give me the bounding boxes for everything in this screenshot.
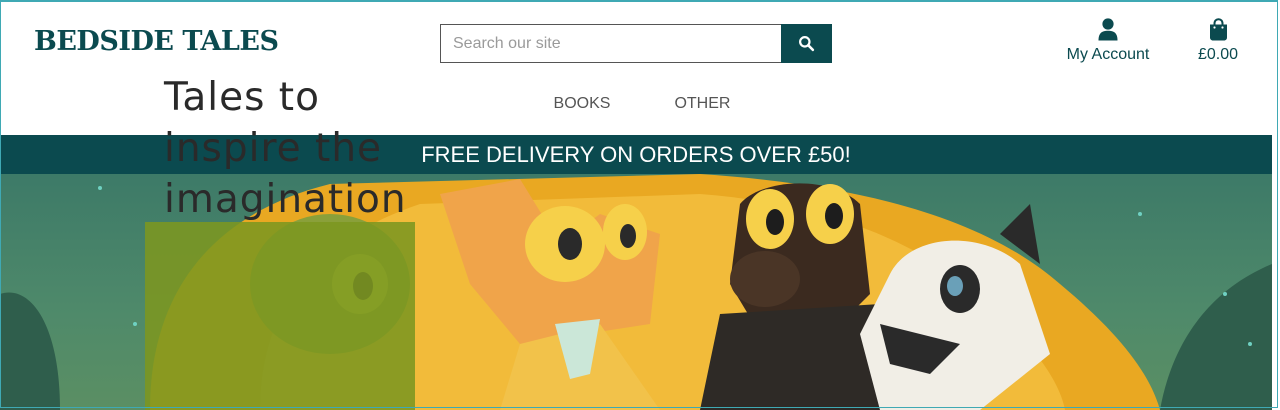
- search-button[interactable]: [781, 24, 832, 63]
- cart-link[interactable]: £0.00: [1190, 18, 1246, 64]
- cart-total: £0.00: [1197, 46, 1239, 63]
- hero-title-line: Tales to: [164, 75, 320, 120]
- search-icon: [799, 36, 815, 52]
- user-icon: [1098, 18, 1118, 41]
- search-form: [440, 24, 832, 63]
- my-account-link[interactable]: My Account: [1060, 18, 1156, 64]
- hero-title-line: imagination: [164, 177, 407, 222]
- my-account-label: My Account: [1066, 46, 1150, 63]
- shopping-bag-icon: [1209, 18, 1227, 41]
- hero-title: Tales to inspire the imagination: [164, 72, 414, 225]
- search-input[interactable]: [440, 24, 781, 63]
- site-logo[interactable]: BEDSIDE TALES: [34, 26, 279, 57]
- hero-title-line: inspire the: [164, 126, 383, 171]
- hero-text-panel: [145, 222, 415, 410]
- nav-item-books[interactable]: BOOKS: [554, 95, 611, 113]
- nav-item-other[interactable]: OTHER: [674, 95, 730, 113]
